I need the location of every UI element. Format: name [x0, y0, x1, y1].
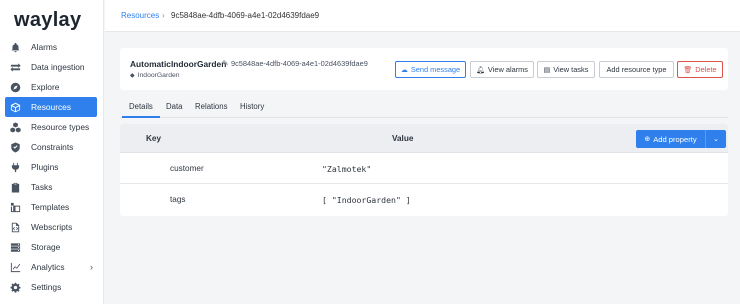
- resource-name: AutomaticIndoorGarden: [130, 59, 227, 69]
- sidebar-item-label: Constraints: [31, 142, 74, 152]
- column-header-value: Value: [392, 134, 414, 143]
- cubes-icon: [9, 121, 22, 134]
- sidebar-item-explore[interactable]: Explore: [5, 77, 97, 97]
- code-file-icon: [9, 221, 22, 234]
- app-logo[interactable]: waylay: [14, 9, 81, 32]
- plus-circle-icon: ⊕: [644, 136, 651, 143]
- bell-icon: 🔔︎: [476, 66, 485, 74]
- resource-tabs: Details Data Relations History: [120, 98, 728, 118]
- resource-tag: ◆ IndoorGarden: [130, 72, 180, 79]
- sidebar-item-label: Plugins: [31, 162, 59, 172]
- sidebar-item-label: Tasks: [31, 182, 53, 192]
- sidebar-item-label: Explore: [31, 82, 60, 92]
- chevron-down-icon[interactable]: ⌄: [706, 135, 726, 143]
- chevron-right-icon: ›: [90, 262, 93, 272]
- send-message-button[interactable]: ☁ Send message: [395, 61, 466, 78]
- resource-tag-label: IndoorGarden: [137, 72, 180, 79]
- sidebar-item-label: Analytics: [31, 262, 65, 272]
- clipboard-icon: ▤: [543, 66, 551, 74]
- sidebar-item-label: Resource types: [31, 122, 90, 132]
- breadcrumb-resources-link[interactable]: Resources: [121, 11, 159, 20]
- sidebar-item-label: Webscripts: [31, 222, 73, 232]
- add-property-button[interactable]: ⊕ Add property: [636, 130, 706, 148]
- sidebar: waylay Alarms Data ingestion Explore Res…: [0, 0, 104, 304]
- tag-icon: ◆: [130, 73, 135, 79]
- add-resource-type-button[interactable]: Add resource type: [599, 61, 674, 78]
- add-property-split-button: ⊕ Add property ⌄: [636, 130, 726, 148]
- sidebar-item-storage[interactable]: Storage: [5, 237, 97, 257]
- trash-icon: 🗑︎: [683, 66, 693, 74]
- sidebar-item-tasks[interactable]: Tasks: [5, 177, 97, 197]
- row-value: [ "IndoorGarden" ]: [322, 195, 411, 205]
- sidebar-item-resource-types[interactable]: Resource types: [5, 117, 97, 137]
- add-property-label: Add property: [653, 134, 697, 144]
- breadcrumb-current: 9c5848ae-4dfb-4069-a4e1-02d4639fdae9: [171, 11, 320, 20]
- chart-icon: [9, 261, 22, 274]
- resource-id: 9c5848ae-4dfb-4069-a4e1-02d4639fdae9: [231, 59, 368, 68]
- sidebar-item-label: Settings: [31, 282, 62, 292]
- table-row[interactable]: tags [ "IndoorGarden" ]: [120, 184, 728, 215]
- row-key: customer: [170, 164, 204, 173]
- compass-icon: [9, 81, 22, 94]
- row-key: tags: [170, 195, 186, 204]
- breadcrumb-separator: ›: [162, 11, 165, 20]
- bell-icon: [9, 41, 22, 54]
- sidebar-item-settings[interactable]: Settings: [5, 277, 97, 297]
- resource-header: AutomaticIndoorGarden ✎ 9c5848ae-4dfb-40…: [120, 48, 728, 90]
- tab-history[interactable]: History: [240, 102, 264, 111]
- tab-data[interactable]: Data: [166, 102, 182, 111]
- sidebar-item-label: Data ingestion: [31, 62, 85, 72]
- cloud-upload-icon: ☁: [400, 66, 408, 74]
- sidebar-item-resources[interactable]: Resources: [5, 97, 97, 117]
- sidebar-item-analytics[interactable]: Analytics ›: [5, 257, 97, 277]
- view-alarms-button[interactable]: 🔔︎ View alarms: [470, 61, 534, 78]
- sidebar-item-label: Alarms: [31, 42, 58, 52]
- gear-icon: [9, 281, 22, 294]
- database-icon: [9, 241, 22, 254]
- cube-icon: [9, 101, 22, 114]
- add-resource-type-label: Add resource type: [606, 65, 667, 74]
- row-value: "Zalmotek": [322, 164, 372, 174]
- arrows-exchange-icon: [9, 61, 22, 74]
- sidebar-item-label: Templates: [31, 202, 70, 212]
- send-message-label: Send message: [410, 65, 461, 74]
- properties-table: Key Value ⊕ Add property ⌄ customer "Zal…: [120, 124, 728, 216]
- view-tasks-label: View tasks: [553, 65, 589, 74]
- tab-details[interactable]: Details: [129, 102, 153, 111]
- sidebar-item-label: Resources: [31, 102, 72, 112]
- sidebar-item-plugins[interactable]: Plugins: [5, 157, 97, 177]
- table-row[interactable]: customer "Zalmotek": [120, 153, 728, 184]
- column-header-key: Key: [146, 134, 162, 143]
- sidebar-nav: Alarms Data ingestion Explore Resources …: [5, 37, 97, 297]
- active-tab-indicator: [122, 116, 160, 118]
- sidebar-item-alarms[interactable]: Alarms: [5, 37, 97, 57]
- delete-button[interactable]: 🗑︎ Delete: [677, 61, 723, 78]
- templates-icon: [9, 201, 22, 214]
- tab-relations[interactable]: Relations: [195, 102, 228, 111]
- sidebar-item-constraints[interactable]: Constraints: [5, 137, 97, 157]
- shield-check-icon: [9, 141, 22, 154]
- plug-icon: [9, 161, 22, 174]
- view-tasks-button[interactable]: ▤ View tasks: [537, 61, 595, 78]
- edit-pencil-icon[interactable]: ✎: [222, 59, 229, 68]
- table-header: Key Value ⊕ Add property ⌄: [120, 124, 728, 153]
- sidebar-item-webscripts[interactable]: Webscripts: [5, 217, 97, 237]
- view-alarms-label: View alarms: [487, 65, 529, 74]
- clipboard-icon: [9, 181, 22, 194]
- sidebar-item-label: Storage: [31, 242, 61, 252]
- breadcrumb: Resources › 9c5848ae-4dfb-4069-a4e1-02d4…: [105, 0, 740, 32]
- sidebar-item-templates[interactable]: Templates: [5, 197, 97, 217]
- sidebar-item-data-ingestion[interactable]: Data ingestion: [5, 57, 97, 77]
- resource-detail: AutomaticIndoorGarden ✎ 9c5848ae-4dfb-40…: [120, 48, 728, 218]
- delete-label: Delete: [695, 65, 717, 74]
